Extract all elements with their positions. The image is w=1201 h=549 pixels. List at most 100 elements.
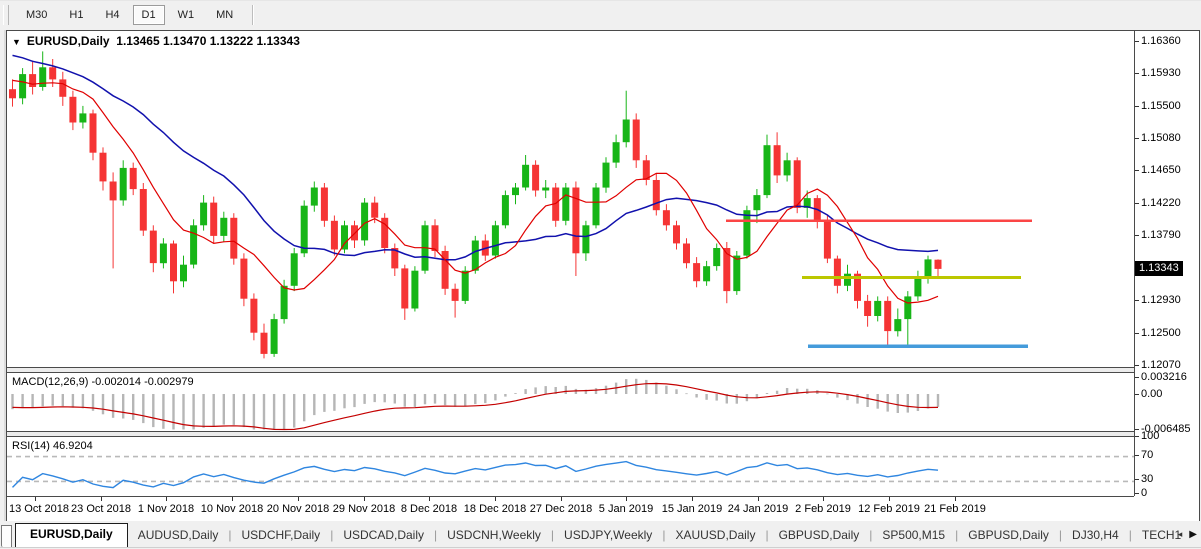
date-label: 23 Oct 2018 bbox=[71, 503, 131, 515]
axis-tick bbox=[1135, 479, 1139, 480]
axis-tick bbox=[1135, 493, 1139, 494]
axis-tick bbox=[1135, 365, 1139, 366]
ohlc-close: 1.13343 bbox=[256, 34, 299, 48]
tab-scroll-left-icon[interactable]: ◂ bbox=[1178, 529, 1183, 539]
axis-tick bbox=[1135, 429, 1139, 430]
date-label: 20 Nov 2018 bbox=[267, 503, 329, 515]
timeframe-button-D1[interactable]: D1 bbox=[133, 5, 165, 25]
metatrader-screen: M30H1H4D1W1MN ▼ EURUSD,Daily 1.13465 1.13… bbox=[0, 0, 1201, 549]
chart-tab-USDCNH-Weekly[interactable]: USDCNH,Weekly bbox=[437, 524, 551, 547]
date-label: 27 Dec 2018 bbox=[530, 503, 592, 515]
rsi-tick-label: 0 bbox=[1141, 487, 1147, 499]
price-tick-label: 1.16360 bbox=[1141, 35, 1181, 47]
chart-tab-SP500-M15[interactable]: SP500,M15 bbox=[872, 524, 955, 547]
date-tick bbox=[692, 497, 693, 501]
date-label: 21 Feb 2019 bbox=[924, 503, 986, 515]
date-label: 12 Feb 2019 bbox=[858, 503, 920, 515]
date-tick bbox=[561, 497, 562, 501]
symbol-label: EURUSD,Daily bbox=[27, 34, 110, 48]
date-tick bbox=[364, 497, 365, 501]
main-chart-canvas[interactable]: ▼ EURUSD,Daily 1.13465 1.13470 1.13222 1.… bbox=[7, 31, 1134, 367]
date-label: 15 Jan 2019 bbox=[662, 503, 723, 515]
tab-scroll-right-icon[interactable]: ▶ bbox=[1189, 529, 1197, 540]
axis-tick bbox=[1135, 235, 1139, 236]
chart-tab-XAUUSD-Daily[interactable]: XAUUSD,Daily bbox=[665, 524, 765, 547]
price-tick-label: 1.13790 bbox=[1141, 229, 1181, 241]
date-tick bbox=[823, 497, 824, 501]
date-label: 18 Dec 2018 bbox=[464, 503, 526, 515]
axis-tick bbox=[1135, 138, 1139, 139]
date-tick bbox=[626, 497, 627, 501]
current-price-tag: 1.13343 bbox=[1135, 261, 1183, 276]
tabbar-corner-button[interactable] bbox=[1, 525, 12, 547]
rsi-tick-label: 70 bbox=[1141, 449, 1153, 461]
date-label: 29 Nov 2018 bbox=[333, 503, 395, 515]
chart-tab-AUDUSD-Daily[interactable]: AUDUSD,Daily bbox=[128, 524, 229, 547]
axis-tick bbox=[1135, 106, 1139, 107]
date-tick bbox=[298, 497, 299, 501]
toolbar-separator bbox=[252, 5, 254, 25]
date-tick bbox=[758, 497, 759, 501]
tab-scroll-buttons: ◂▶ bbox=[1178, 529, 1197, 540]
chart-tabbar: EURUSD,DailyAUDUSD,Daily|USDCHF,Daily|US… bbox=[0, 521, 1201, 548]
macd-main-value: -0.002014 bbox=[91, 376, 141, 388]
date-tick bbox=[232, 497, 233, 501]
date-tick bbox=[955, 497, 956, 501]
date-label: 13 Oct 2018 bbox=[9, 503, 69, 515]
price-tick-label: 1.14650 bbox=[1141, 164, 1181, 176]
symbol-dropdown-icon[interactable]: ▼ bbox=[12, 37, 21, 47]
date-tick bbox=[101, 497, 102, 501]
axis-tick bbox=[1135, 333, 1139, 334]
macd-pane[interactable]: MACD(12,26,9) -0.002014 -0.002979 bbox=[7, 373, 1134, 431]
price-tick-label: 1.14220 bbox=[1141, 197, 1181, 209]
axis-tick bbox=[1135, 203, 1139, 204]
date-tick bbox=[429, 497, 430, 501]
chart-tab-USDJPY-Weekly[interactable]: USDJPY,Weekly bbox=[554, 524, 662, 547]
timeframe-button-MN[interactable]: MN bbox=[207, 5, 242, 25]
price-tick-label: 1.12070 bbox=[1141, 359, 1181, 371]
date-label: 1 Nov 2018 bbox=[138, 503, 194, 515]
chart-window: ▼ EURUSD,Daily 1.13465 1.13470 1.13222 1.… bbox=[6, 30, 1200, 522]
date-label: 10 Nov 2018 bbox=[201, 503, 263, 515]
ohlc-low: 1.13222 bbox=[210, 34, 253, 48]
chart-tab-DJ30-H4[interactable]: DJ30,H4 bbox=[1062, 524, 1129, 547]
axis-tick bbox=[1135, 436, 1139, 437]
chart-tab-GBPUSD-Daily[interactable]: GBPUSD,Daily bbox=[958, 524, 1059, 547]
ohlc-open: 1.13465 bbox=[116, 34, 159, 48]
rsi-tick-label: 100 bbox=[1141, 430, 1159, 442]
macd-label: MACD(12,26,9) -0.002014 -0.002979 bbox=[12, 376, 194, 388]
ohlc-high: 1.13470 bbox=[163, 34, 206, 48]
date-tick bbox=[495, 497, 496, 501]
axis-tick bbox=[1135, 300, 1139, 301]
date-label: 2 Feb 2019 bbox=[795, 503, 851, 515]
axis-tick bbox=[1135, 455, 1139, 456]
date-label: 24 Jan 2019 bbox=[728, 503, 789, 515]
toolbar-grip[interactable] bbox=[3, 5, 9, 25]
timeframe-button-H4[interactable]: H4 bbox=[96, 5, 128, 25]
timeframe-button-M30[interactable]: M30 bbox=[17, 5, 56, 25]
rsi-pane[interactable]: RSI(14) 46.9204 bbox=[7, 437, 1134, 497]
chart-title: ▼ EURUSD,Daily 1.13465 1.13470 1.13222 1.… bbox=[12, 34, 300, 48]
timeframe-button-W1[interactable]: W1 bbox=[169, 5, 204, 25]
macd-tick-label: 0.00 bbox=[1141, 388, 1162, 400]
date-label: 8 Dec 2018 bbox=[401, 503, 457, 515]
date-tick bbox=[889, 497, 890, 501]
axis-tick bbox=[1135, 41, 1139, 42]
rsi-label: RSI(14) 46.9204 bbox=[12, 440, 93, 452]
axis-tick bbox=[1135, 394, 1139, 395]
chart-tab-EURUSD-Daily[interactable]: EURUSD,Daily bbox=[15, 523, 128, 547]
macd-signal-value: -0.002979 bbox=[144, 376, 194, 388]
date-tick bbox=[35, 497, 36, 501]
price-axis[interactable]: 1.13343 1.163601.159301.155001.150801.14… bbox=[1134, 31, 1199, 521]
timeframe-button-H1[interactable]: H1 bbox=[60, 5, 92, 25]
chart-tab-USDCAD-Daily[interactable]: USDCAD,Daily bbox=[333, 524, 434, 547]
price-tick-label: 1.12930 bbox=[1141, 294, 1181, 306]
macd-tick-label: 0.003216 bbox=[1141, 371, 1187, 383]
date-axis[interactable]: 13 Oct 201823 Oct 2018 1 Nov 2018 10 Nov 2… bbox=[7, 496, 1134, 521]
axis-tick bbox=[1135, 73, 1139, 74]
chart-tab-GBPUSD-Daily[interactable]: GBPUSD,Daily bbox=[769, 524, 870, 547]
date-label: 5 Jan 2019 bbox=[599, 503, 653, 515]
price-tick-label: 1.15080 bbox=[1141, 132, 1181, 144]
chart-tab-USDCHF-Daily[interactable]: USDCHF,Daily bbox=[232, 524, 331, 547]
rsi-tick-label: 30 bbox=[1141, 473, 1153, 485]
